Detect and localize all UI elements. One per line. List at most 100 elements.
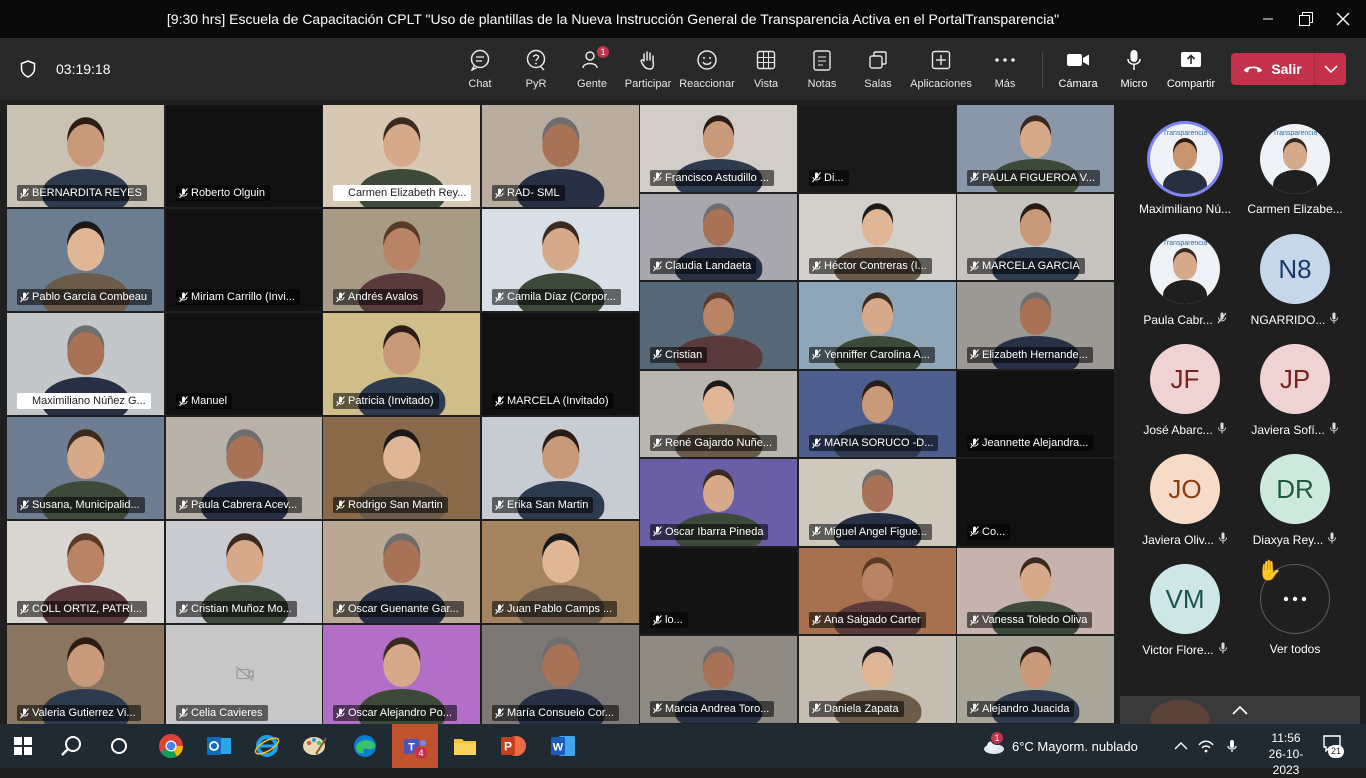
participant-card[interactable]: VM Victor Flore... [1130, 564, 1240, 674]
chevron-up-icon[interactable] [1174, 742, 1188, 750]
mic-off-icon [179, 603, 188, 614]
participant-card[interactable]: Transparencia Maximiliano Nú... [1130, 124, 1240, 234]
mic-off-icon [179, 395, 188, 406]
start-button[interactable] [0, 724, 46, 768]
edge-app[interactable] [342, 724, 388, 768]
powerpoint-app[interactable]: P [490, 724, 536, 768]
video-tile[interactable]: Di... [798, 104, 957, 193]
video-tile[interactable]: Pablo García Combeau [6, 208, 165, 312]
mic-off-icon [20, 603, 29, 614]
participant-card[interactable]: Transparencia Carmen Elizabe... [1240, 124, 1350, 234]
video-tile[interactable]: Rodrigo San Martin [322, 416, 481, 520]
edge-icon [354, 735, 376, 757]
video-tile[interactable]: Roberto Olguin [165, 104, 324, 208]
video-tile[interactable]: MARCELA GARCIA [956, 192, 1115, 281]
video-tile[interactable]: René Gajardo Nuñe... [639, 369, 798, 458]
participant-card[interactable]: N8 NGARRIDO... [1240, 234, 1350, 344]
participant-head [541, 435, 580, 479]
mic-button[interactable]: Micro [1116, 48, 1152, 94]
people-button[interactable]: 1 Gente [572, 45, 612, 94]
video-tile[interactable]: Co... [956, 458, 1115, 547]
video-tile[interactable]: Maximiliano Núñez G... [6, 312, 165, 416]
video-tile[interactable]: Alejandro Juacida [956, 635, 1115, 724]
teams-app[interactable]: T 4 [392, 724, 438, 768]
participant-head [541, 539, 580, 583]
video-tile[interactable]: Manuel [165, 312, 324, 416]
chrome-app[interactable] [148, 724, 194, 768]
volume-icon[interactable] [1224, 739, 1240, 753]
video-tile[interactable]: Oscar Alejandro Po... [322, 624, 481, 728]
share-button[interactable]: Compartir [1164, 48, 1218, 94]
chevron-up-icon[interactable] [1232, 702, 1248, 720]
video-tile[interactable]: Juan Pablo Camps ... [481, 520, 640, 624]
qa-button[interactable]: PyR [518, 48, 554, 94]
video-tile[interactable]: Oscar Guenante Gar... [322, 520, 481, 624]
view-button[interactable]: Vista [748, 48, 784, 94]
video-tile[interactable]: Yenniffer Carolina A... [798, 281, 957, 370]
video-tile[interactable]: Marcia Andrea Toro... [639, 635, 798, 724]
clock[interactable]: 11:56 26-10-2023 [1256, 730, 1316, 778]
video-tile[interactable]: Vanessa Toledo Oliva [956, 546, 1115, 635]
participant-card[interactable]: JP Javiera Sofí... [1240, 344, 1350, 454]
video-tile[interactable]: MARIA SORUCO -D... [798, 369, 957, 458]
search-button[interactable] [48, 724, 94, 768]
rooms-button[interactable]: Salas [860, 48, 896, 94]
task-view-button[interactable] [96, 724, 142, 768]
participant-card[interactable]: JF José Abarc... [1130, 344, 1240, 454]
participant-card[interactable]: DR Diaxya Rey... [1240, 454, 1350, 564]
video-tile[interactable]: Erika San Martin [481, 416, 640, 520]
video-tile[interactable]: PAULA FIGUEROA V... [956, 104, 1115, 193]
video-tile[interactable]: Héctor Contreras (I... [798, 192, 957, 281]
network-icon[interactable] [1198, 739, 1214, 753]
video-tile[interactable]: lo... [639, 546, 798, 635]
video-tile[interactable]: RAD- SML [481, 104, 640, 208]
video-tile[interactable]: Jeannette Alejandra... [956, 369, 1115, 458]
more-button[interactable]: Más [987, 48, 1023, 94]
apps-button[interactable]: Aplicaciones [908, 48, 974, 94]
video-tile[interactable]: Susana, Municipalid... [6, 416, 165, 520]
video-tile[interactable]: Ana Salgado Carter [798, 546, 957, 635]
leave-options-button[interactable] [1315, 65, 1346, 73]
self-view-preview[interactable] [1120, 696, 1360, 724]
camera-button[interactable]: Cámara [1057, 48, 1099, 94]
video-tile[interactable]: Oscar Ibarra Pineda [639, 458, 798, 547]
leave-button[interactable]: Salir [1231, 53, 1314, 85]
notifications-button[interactable]: 21 [1322, 734, 1350, 758]
close-button[interactable] [1320, 0, 1366, 38]
video-tile[interactable]: COLL ORTIZ, PATRI... [6, 520, 165, 624]
participant-name-label: Vanessa Toledo Oliva [967, 612, 1093, 628]
chat-button[interactable]: Chat [462, 48, 498, 94]
video-tile[interactable]: Daniela Zapata [798, 635, 957, 724]
word-app[interactable]: W [540, 724, 586, 768]
video-tile[interactable]: Miguel Angel Figue... [798, 458, 957, 547]
video-tile[interactable]: BERNARDITA REYES [6, 104, 165, 208]
video-tile[interactable]: Cristian Muñoz Mo... [165, 520, 324, 624]
outlook-app[interactable] [196, 724, 242, 768]
video-tile[interactable]: María Consuelo Cor... [481, 624, 640, 728]
ie-app[interactable] [244, 724, 290, 768]
notes-button[interactable]: Notas [804, 48, 840, 94]
video-tile[interactable]: Francisco Astudillo ... [639, 104, 798, 193]
raise-hand-button[interactable]: Participar [624, 48, 672, 94]
explorer-app[interactable] [442, 724, 488, 768]
weather-widget[interactable]: 1 6°C Mayorm. nublado [982, 724, 1138, 768]
mic-off-icon [653, 614, 662, 625]
video-tile[interactable]: Patricia (Invitado) [322, 312, 481, 416]
video-tile[interactable]: Carmen Elizabeth Rey... [322, 104, 481, 208]
video-tile[interactable]: Camila Díaz (Corpor... [481, 208, 640, 312]
video-tile[interactable]: Miriam Carrillo (Invi... [165, 208, 324, 312]
video-tile[interactable]: Paula Cabrera Acev... [165, 416, 324, 520]
participant-card[interactable]: JO Javiera Oliv... [1130, 454, 1240, 564]
video-tile[interactable]: Andrés Avalos [322, 208, 481, 312]
video-tile[interactable]: Valeria Gutierrez Vi... [6, 624, 165, 728]
video-tile[interactable]: Claudia Landaeta [639, 192, 798, 281]
paint-app[interactable] [292, 724, 338, 768]
video-tile[interactable]: Celia Cavieres [165, 624, 324, 728]
participant-head [861, 563, 894, 601]
video-tile[interactable]: Cristian [639, 281, 798, 370]
video-tile[interactable]: Elizabeth Hernande... [956, 281, 1115, 370]
participant-card[interactable]: Transparencia Paula Cabr... [1130, 234, 1240, 344]
view-all-button[interactable]: ✋ Ver todos [1240, 560, 1350, 674]
video-tile[interactable]: MARCELA (Invitado) [481, 312, 640, 416]
react-button[interactable]: Reaccionar [679, 48, 735, 94]
